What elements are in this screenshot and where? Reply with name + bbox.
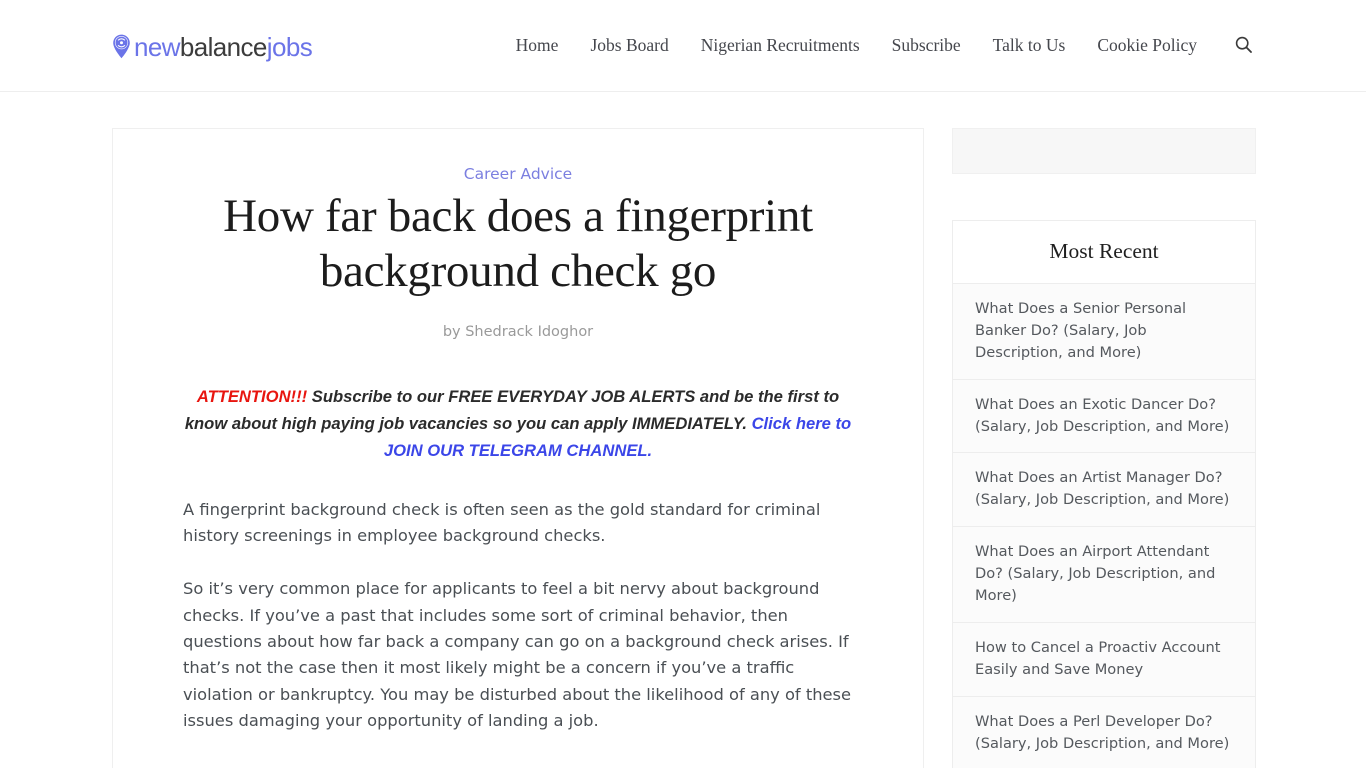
logo-text-balance: balance	[179, 31, 267, 62]
page-layout: Career Advice How far back does a finger…	[0, 92, 1366, 768]
most-recent-list: What Does a Senior Personal Banker Do? (…	[953, 284, 1255, 768]
widget-most-recent: Most Recent What Does a Senior Personal …	[952, 220, 1256, 768]
nav-item-cookie-policy[interactable]: Cookie Policy	[1081, 29, 1213, 63]
attention-badge: ATTENTION!!!	[196, 386, 308, 406]
list-item: How to Cancel a Proactiv Account Easily …	[953, 623, 1255, 697]
sidebar-post-link-4[interactable]: What Does an Airport Attendant Do? (Sala…	[953, 527, 1255, 622]
sidebar-ad-placeholder	[952, 128, 1256, 174]
sidebar-post-link-5[interactable]: How to Cancel a Proactiv Account Easily …	[953, 623, 1255, 696]
sidebar-post-link-1[interactable]: What Does a Senior Personal Banker Do? (…	[953, 284, 1255, 379]
nav-item-home[interactable]: Home	[504, 29, 575, 63]
primary-navigation: Home Jobs Board Nigerian Recruitments Su…	[504, 28, 1256, 64]
sidebar-post-link-2[interactable]: What Does an Exotic Dancer Do? (Salary, …	[953, 380, 1255, 453]
list-item: What Does an Exotic Dancer Do? (Salary, …	[953, 380, 1255, 454]
article-card: Career Advice How far back does a finger…	[112, 128, 924, 768]
logo-text-new: new	[134, 31, 181, 62]
list-item: What Does a Senior Personal Banker Do? (…	[953, 284, 1255, 380]
nav-item-talk-to-us[interactable]: Talk to Us	[977, 29, 1082, 63]
nav-item-subscribe[interactable]: Subscribe	[876, 29, 977, 63]
widget-title: Most Recent	[953, 221, 1255, 284]
list-item: What Does an Airport Attendant Do? (Sala…	[953, 527, 1255, 623]
category-link-career-advice[interactable]: Career Advice	[464, 165, 572, 183]
page-title: How far back does a fingerprint backgrou…	[223, 190, 813, 298]
sidebar: Most Recent What Does a Senior Personal …	[952, 128, 1256, 768]
attention-banner: ATTENTION!!! Subscribe to our FREE EVERY…	[183, 384, 853, 465]
logo-text-jobs: jobs	[266, 31, 313, 62]
sidebar-post-link-6[interactable]: What Does a Perl Developer Do? (Salary, …	[953, 697, 1255, 768]
site-header: newbalancejobs Home Jobs Board Nigerian …	[0, 0, 1366, 92]
nav-item-nigerian-recruitments[interactable]: Nigerian Recruitments	[685, 29, 876, 63]
entry-byline: by Shedrack Idoghor	[442, 323, 594, 340]
paragraph-2: So it’s very common place for applicants…	[183, 579, 852, 731]
search-icon	[1235, 36, 1252, 56]
paragraph-3: Most times, potential employers weigh th…	[183, 762, 853, 768]
site-logo[interactable]: newbalancejobs	[112, 31, 313, 62]
nav-item-jobs-board[interactable]: Jobs Board	[574, 29, 684, 63]
entry-category: Career Advice	[183, 164, 853, 183]
sidebar-post-link-3[interactable]: What Does an Artist Manager Do? (Salary,…	[953, 453, 1255, 526]
paragraph-1: A fingerprint background check is often …	[183, 499, 821, 545]
list-item: What Does a Perl Developer Do? (Salary, …	[953, 697, 1255, 768]
entry-content: A fingerprint background check is often …	[183, 497, 853, 768]
location-pin-wifi-icon	[112, 34, 131, 59]
search-button[interactable]	[1213, 28, 1256, 64]
list-item: What Does an Artist Manager Do? (Salary,…	[953, 453, 1255, 528]
